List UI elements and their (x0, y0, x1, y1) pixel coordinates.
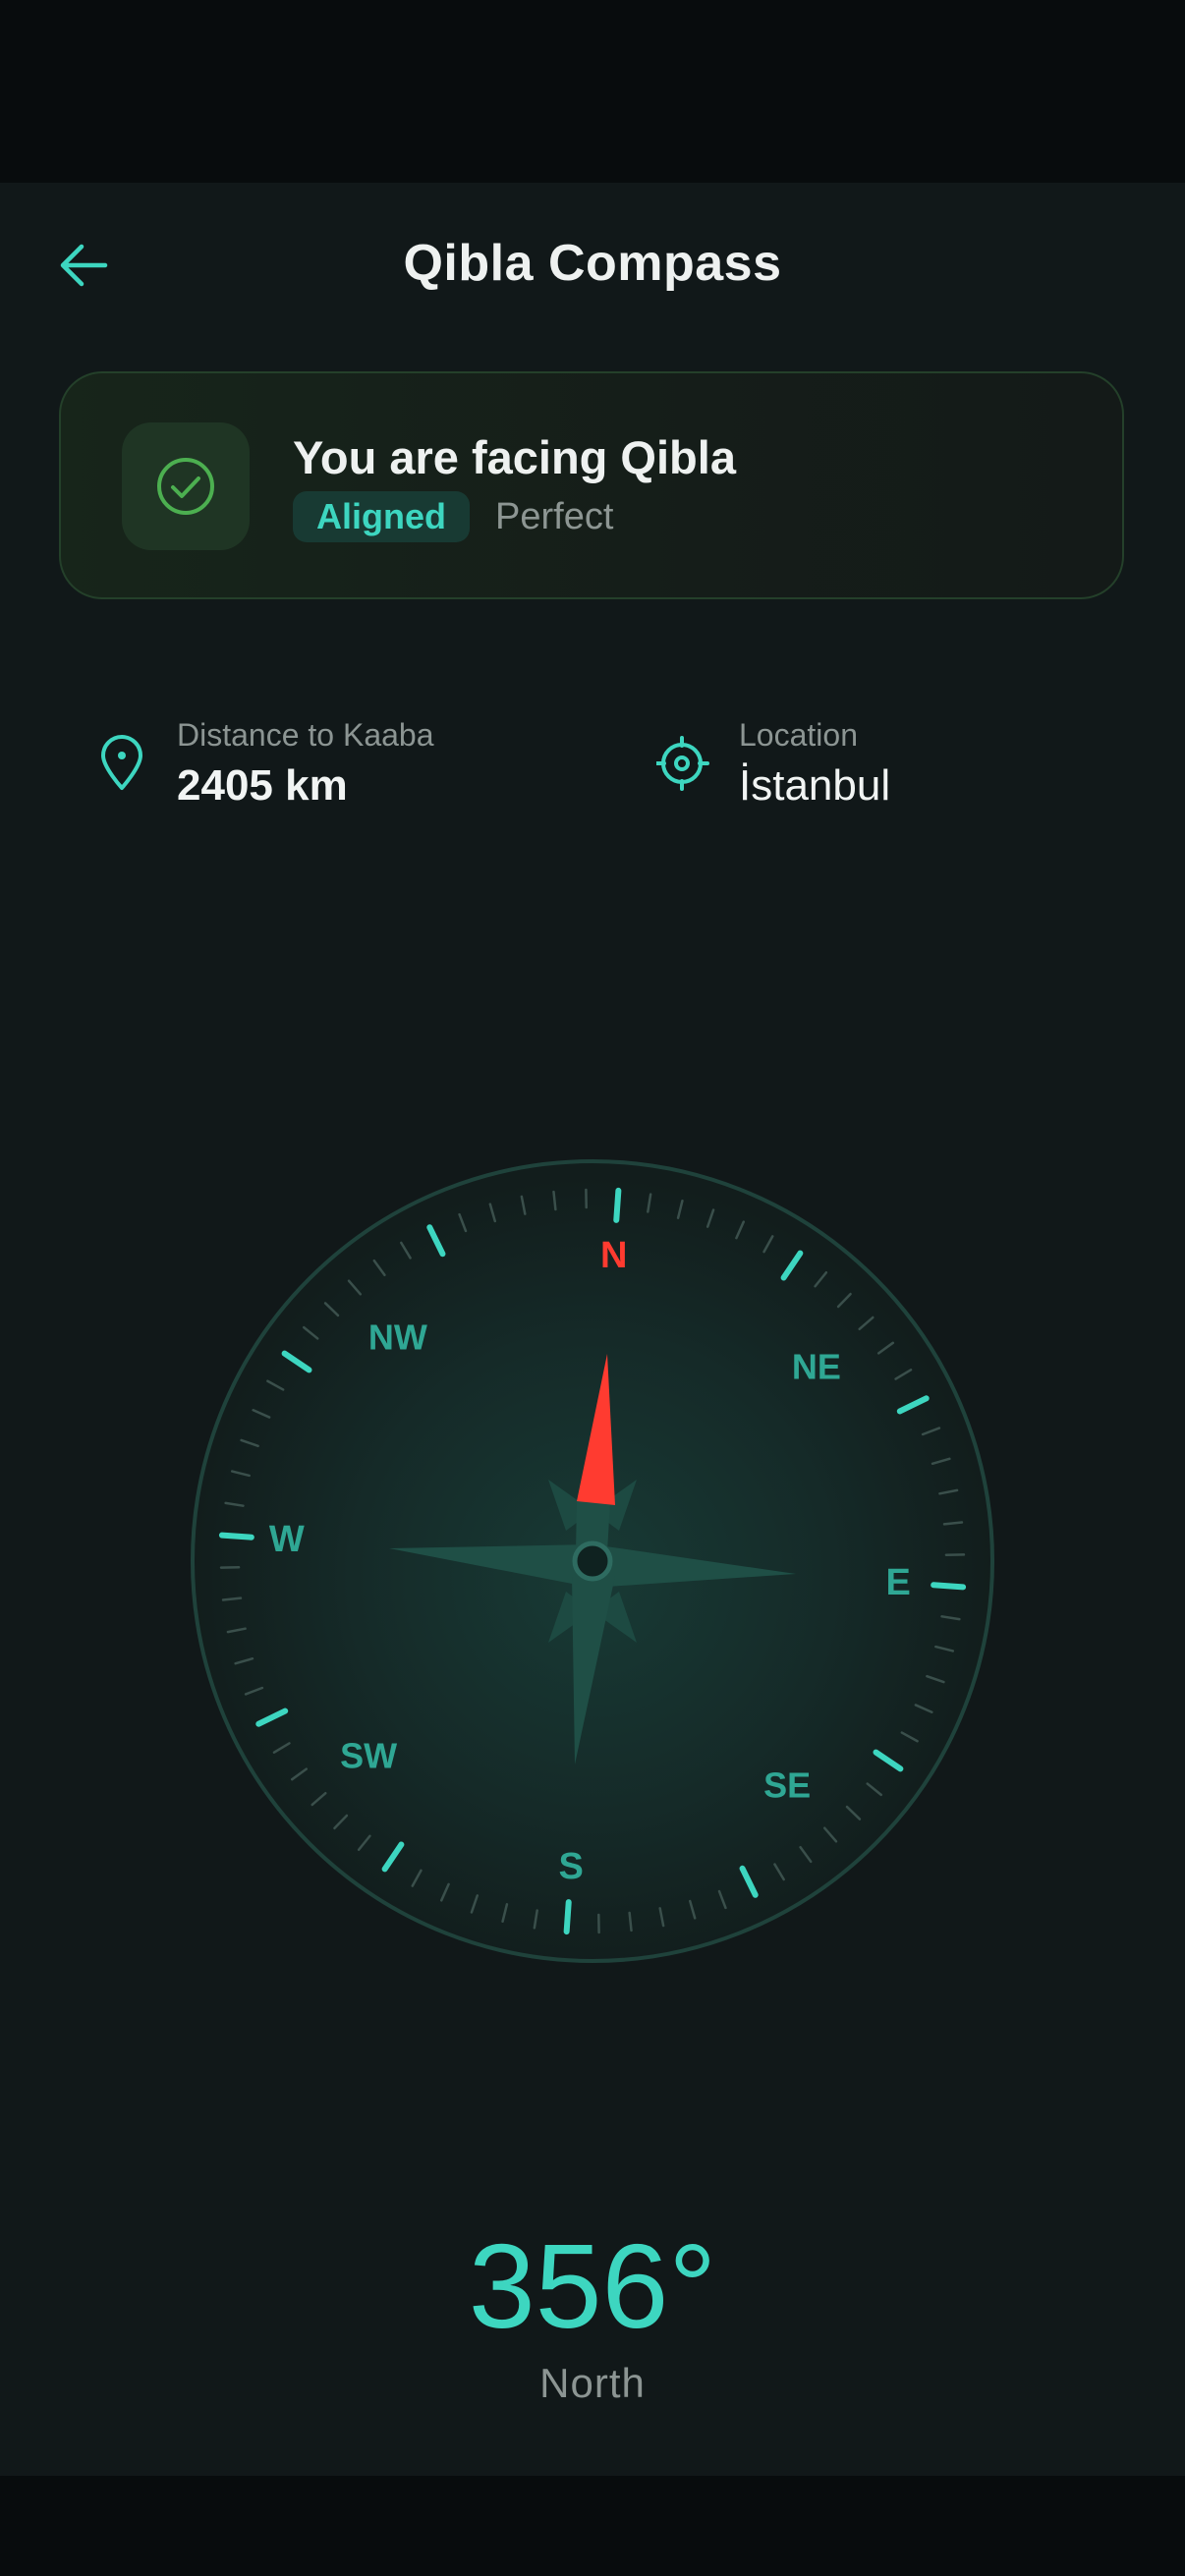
status-icon-box (122, 422, 250, 550)
location-info: Location İstanbul (656, 712, 1089, 820)
major-tick (613, 1187, 622, 1223)
aligned-badge: Aligned (293, 491, 470, 542)
compass-label-sw: SW (340, 1736, 397, 1776)
compass-pivot (572, 1540, 613, 1582)
heading-direction: North (539, 2360, 646, 2406)
distance-value: 2405 km (177, 761, 348, 810)
check-circle-icon (157, 458, 214, 515)
compass-label-s: S (559, 1846, 584, 1887)
status-title: You are facing Qibla (293, 431, 736, 483)
compass-label-n: N (600, 1235, 627, 1276)
heading-degrees: 356° (468, 2219, 717, 2353)
distance-label: Distance to Kaaba (177, 717, 434, 753)
compass-svg: N NE E SE S SW W NW (191, 1159, 994, 1963)
major-tick (563, 1899, 572, 1935)
major-tick (931, 1582, 967, 1591)
crosshair-icon (656, 736, 709, 791)
major-tick (218, 1532, 254, 1540)
compass-label-ne: NE (792, 1346, 841, 1386)
compass-label-w: W (269, 1519, 305, 1560)
location-value: İstanbul (739, 761, 891, 810)
distance-info: Distance to Kaaba 2405 km (94, 712, 546, 820)
qibla-status-card: You are facing Qibla Aligned Perfect (59, 371, 1124, 599)
page-title: Qibla Compass (403, 235, 782, 292)
alignment-quality: Perfect (495, 496, 614, 537)
compass-label-se: SE (763, 1764, 811, 1805)
compass-label-e: E (886, 1562, 911, 1603)
location-label: Location (739, 717, 858, 753)
home-indicator-area (0, 2476, 1185, 2576)
map-pin-icon (101, 735, 142, 790)
compass-dial[interactable]: N NE E SE S SW W NW (187, 1155, 998, 1967)
compass-label-nw: NW (368, 1317, 427, 1358)
status-bar (0, 0, 1185, 183)
